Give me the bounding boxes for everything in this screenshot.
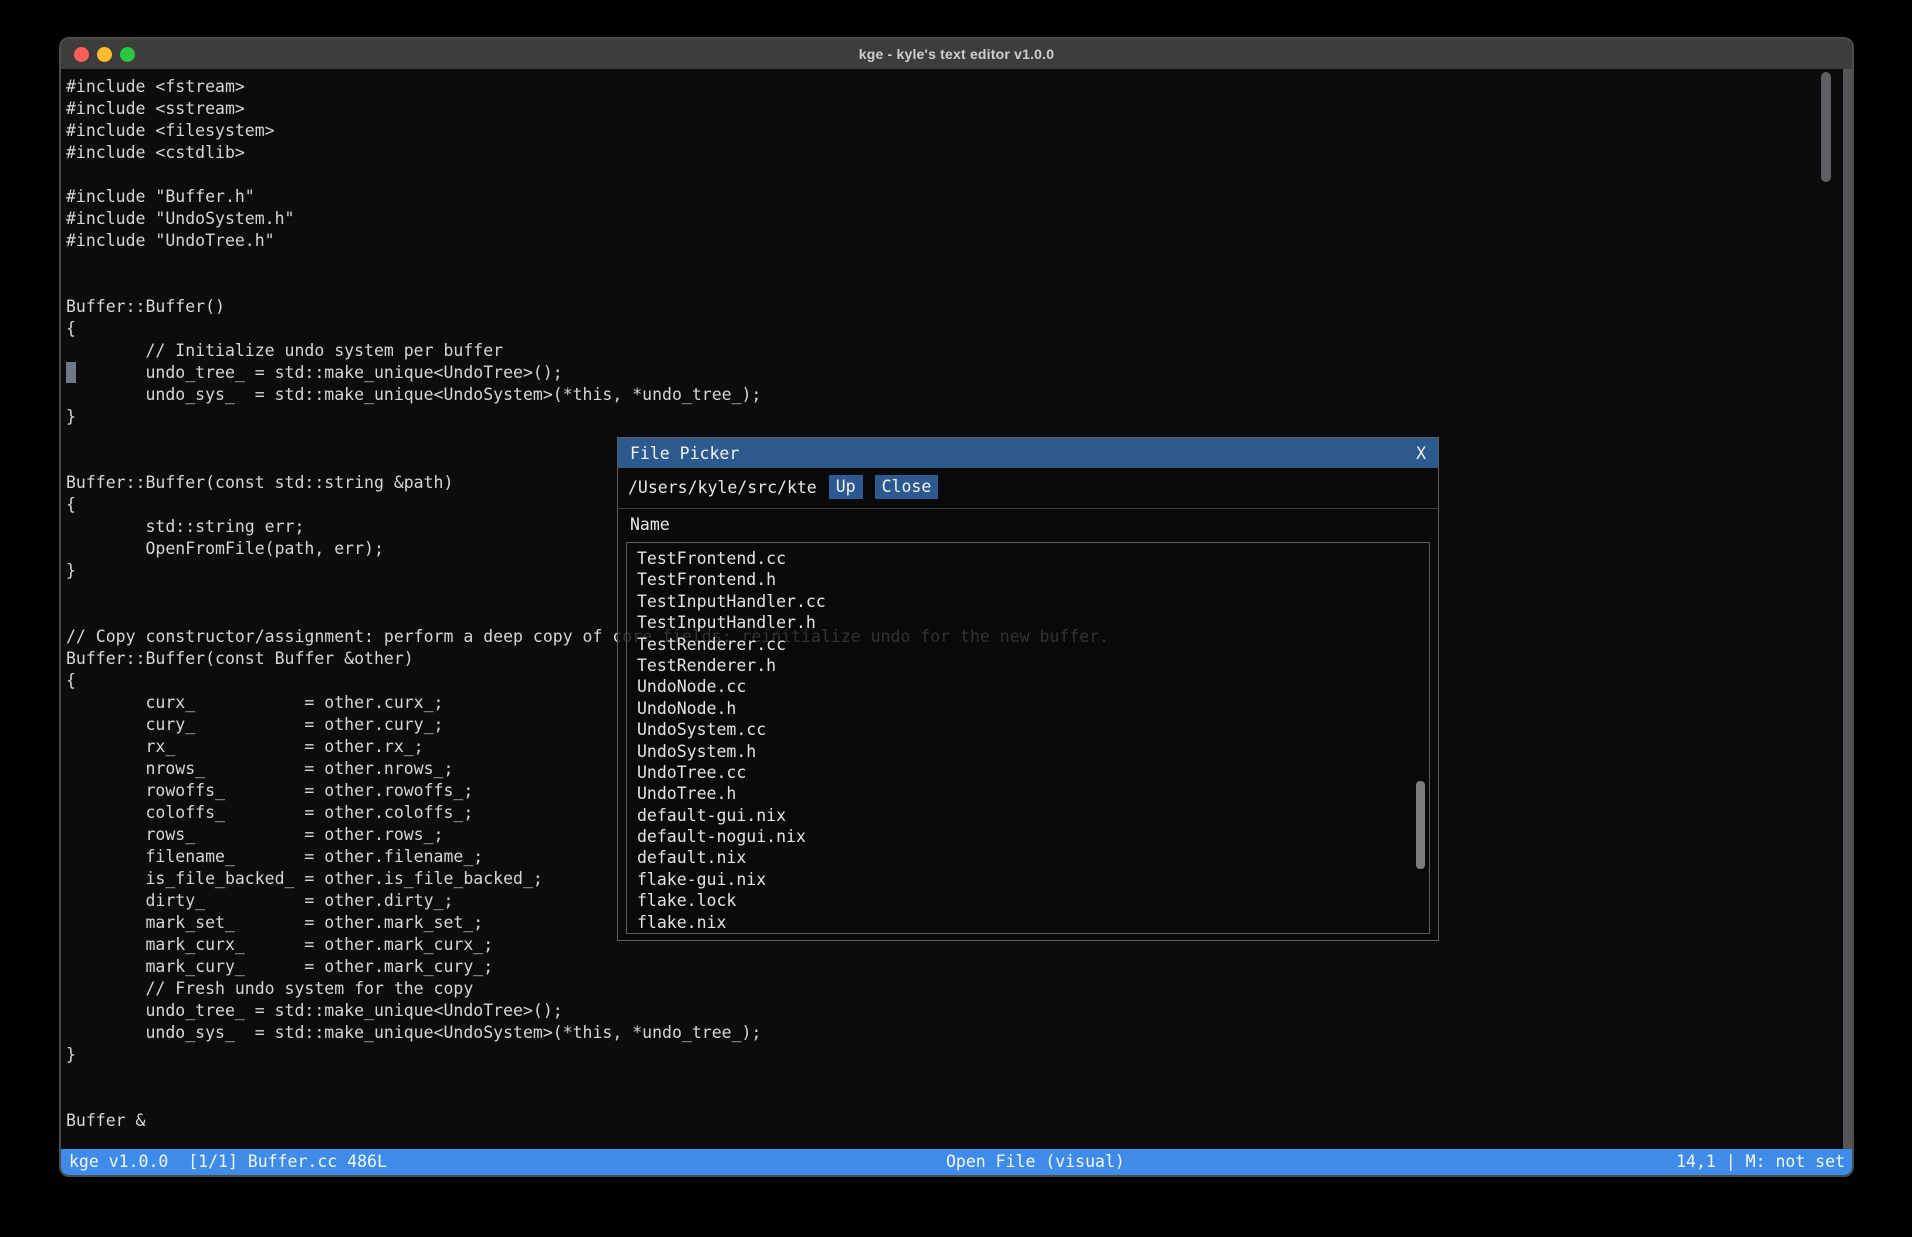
up-button[interactable]: Up — [829, 475, 863, 499]
file-picker-titlebar[interactable]: File Picker X — [618, 438, 1438, 468]
file-list-item[interactable]: UndoNode.h — [627, 698, 1429, 719]
file-picker-dialog: File Picker X /Users/kyle/src/kte Up Clo… — [617, 437, 1439, 941]
file-list-item[interactable]: default-gui.nix — [627, 805, 1429, 826]
current-path: /Users/kyle/src/kte — [628, 478, 817, 497]
file-list-item[interactable]: TestRenderer.h — [627, 655, 1429, 676]
file-list-item[interactable]: flake.nix — [627, 912, 1429, 933]
file-list-item[interactable]: default.nix — [627, 847, 1429, 868]
file-list-item[interactable]: TestFrontend.h — [627, 569, 1429, 590]
file-list-item[interactable]: UndoTree.h — [627, 783, 1429, 804]
close-button[interactable]: Close — [875, 475, 939, 499]
desktop: kge - kyle's text editor v1.0.0 #include… — [0, 0, 1912, 1237]
close-icon[interactable]: X — [1416, 444, 1426, 463]
file-list-item[interactable]: TestInputHandler.cc — [627, 591, 1429, 612]
file-list-item[interactable]: TestFrontend.cc — [627, 548, 1429, 569]
status-cursor-position: 14,1 | M: not set — [1676, 1149, 1845, 1175]
file-list-item[interactable]: default-nogui.nix — [627, 826, 1429, 847]
status-mode: Open File (visual) — [946, 1149, 1125, 1175]
close-window-icon[interactable] — [74, 47, 89, 62]
file-list[interactable]: TestFrontend.cc TestFrontend.h TestInput… — [626, 542, 1430, 934]
file-list-scrollbar-thumb[interactable] — [1416, 781, 1425, 869]
column-header-name: Name — [618, 509, 1438, 538]
file-list-item[interactable]: TestRenderer.cc — [627, 634, 1429, 655]
file-picker-title: File Picker — [630, 444, 739, 463]
status-version-file: kge v1.0.0 [1/1] Buffer.cc 486L — [69, 1149, 387, 1175]
file-list-item[interactable]: UndoSystem.h — [627, 741, 1429, 762]
text-cursor — [66, 362, 76, 383]
file-list-item[interactable]: UndoNode.cc — [627, 676, 1429, 697]
zoom-window-icon[interactable] — [120, 47, 135, 62]
editor-scrollbar-track[interactable] — [1843, 69, 1852, 1149]
file-list-item[interactable]: UndoSystem.cc — [627, 719, 1429, 740]
file-list-item[interactable]: TestInputHandler.h — [627, 612, 1429, 633]
editor-content[interactable]: #include <fstream> #include <sstream> #i… — [61, 69, 1852, 1149]
window-title: kge - kyle's text editor v1.0.0 — [61, 46, 1852, 62]
file-list-item[interactable]: flake.lock — [627, 890, 1429, 911]
editor-window: kge - kyle's text editor v1.0.0 #include… — [59, 37, 1854, 1177]
file-list-item[interactable]: UndoTree.cc — [627, 762, 1429, 783]
file-picker-path-row: /Users/kyle/src/kte Up Close — [618, 468, 1438, 505]
file-list-item[interactable]: flake-gui.nix — [627, 869, 1429, 890]
traffic-lights — [74, 39, 135, 69]
minimize-window-icon[interactable] — [97, 47, 112, 62]
window-titlebar: kge - kyle's text editor v1.0.0 — [61, 39, 1852, 69]
editor-scrollbar-thumb[interactable] — [1821, 72, 1831, 182]
status-bar: kge v1.0.0 [1/1] Buffer.cc 486L Open Fil… — [61, 1149, 1852, 1175]
